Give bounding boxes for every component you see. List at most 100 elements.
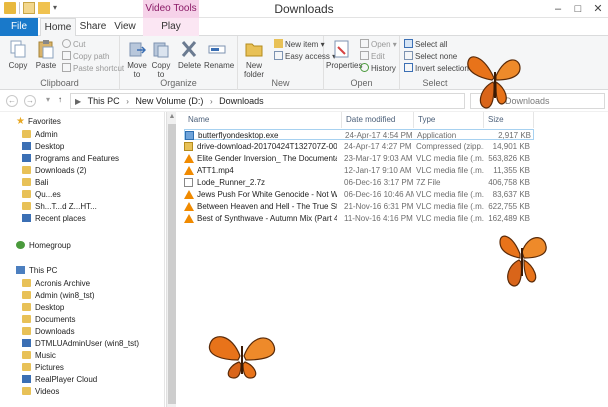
delete-label: Delete — [178, 61, 202, 70]
table-row[interactable]: drive-download-20170424T132707Z-001... 2… — [184, 141, 534, 152]
chevron-right-icon: › — [209, 97, 213, 106]
butterfly-icon — [467, 56, 521, 109]
user-icon — [22, 339, 31, 347]
back-button[interactable]: ← — [6, 95, 18, 107]
copy-to-label: Copy to — [151, 61, 171, 79]
tab-file[interactable]: File — [0, 18, 38, 36]
nav-homegroup[interactable]: Homegroup — [16, 240, 71, 252]
copy-to-button[interactable]: Copy to — [150, 39, 172, 79]
table-row[interactable]: Lode_Runner_2.7z 06-Dec-16 3:17 PM 7Z Fi… — [184, 177, 534, 188]
select-all-button[interactable]: Select all — [404, 39, 447, 49]
breadcrumb-downloads[interactable]: Downloads — [219, 94, 264, 108]
nav-item-admin-win8[interactable]: Admin (win8_tst) — [22, 290, 95, 302]
new-group: New folder New item ▾ Easy access ▾ New — [238, 36, 336, 90]
copy-button[interactable]: Copy — [6, 39, 30, 70]
minimize-button[interactable]: – — [548, 0, 568, 18]
nav-item-downloads-2[interactable]: Downloads (2) — [22, 165, 87, 177]
butterfly-icon — [499, 235, 547, 287]
new-group-label: New — [271, 78, 290, 88]
nav-item-dtmluadminuser[interactable]: DTMLUAdminUser (win8_tst) — [22, 338, 139, 350]
tab-view[interactable]: View — [110, 18, 140, 36]
delete-x-icon — [181, 41, 197, 57]
folder-icon — [22, 327, 31, 335]
nav-item-programs[interactable]: Programs and Features — [22, 153, 119, 165]
nav-item-desktop[interactable]: Desktop — [22, 141, 64, 153]
folder-icon — [22, 130, 31, 138]
nav-item-pc-desktop[interactable]: Desktop — [22, 302, 64, 314]
recent-places-icon — [22, 214, 31, 222]
scissors-icon — [62, 39, 71, 48]
window-controls: – □ ✕ — [548, 0, 608, 18]
vlc-icon — [184, 154, 194, 163]
table-row[interactable]: butterflyondesktop.exe 24-Apr-17 4:54 PM… — [184, 129, 534, 140]
chevron-right-icon: › — [126, 97, 129, 106]
table-row[interactable]: Best of Synthwave - Autumn Mix (Part 4).… — [184, 213, 534, 224]
clipboard-group-label: Clipboard — [40, 78, 79, 88]
breadcrumb-this-pc[interactable]: This PC — [88, 94, 120, 108]
history-button[interactable]: History — [360, 63, 396, 73]
paste-shortcut-button[interactable]: Paste shortcut — [62, 63, 124, 73]
cut-button[interactable]: Cut — [62, 39, 85, 49]
table-row[interactable]: Jews Push For White Genocide - Not Whi..… — [184, 189, 534, 200]
delete-button[interactable]: Delete — [178, 39, 202, 70]
properties-button[interactable]: Properties — [326, 39, 362, 70]
easy-access-icon — [274, 51, 283, 60]
nav-item-realplayer[interactable]: RealPlayer Cloud — [22, 374, 97, 386]
column-header-name[interactable]: Name — [184, 112, 342, 128]
nav-item-videos[interactable]: Videos — [22, 386, 59, 398]
nav-scrollbar[interactable]: ▲ — [166, 112, 176, 407]
nav-item-pictures[interactable]: Pictures — [22, 362, 64, 374]
new-item-icon — [274, 39, 283, 48]
nav-item-bali[interactable]: Bali — [22, 177, 48, 189]
scroll-thumb[interactable] — [168, 124, 176, 404]
app-icon — [185, 131, 194, 140]
rename-label: Rename — [204, 61, 235, 70]
up-button[interactable]: ↑ — [54, 95, 66, 107]
computer-icon — [16, 266, 25, 274]
edit-button[interactable]: Edit — [360, 51, 385, 61]
tab-play[interactable]: Play — [143, 18, 199, 36]
nav-item-acronis[interactable]: Acronis Archive — [22, 278, 90, 290]
tab-home[interactable]: Home — [40, 18, 76, 37]
nav-item-admin[interactable]: Admin — [22, 129, 58, 141]
rename-button[interactable]: Rename — [204, 39, 234, 70]
move-to-button[interactable]: Move to — [126, 39, 148, 79]
invert-selection-icon — [404, 63, 413, 72]
realplayer-icon — [22, 375, 31, 383]
select-all-icon — [404, 39, 413, 48]
address-bar[interactable]: ▶ This PC › New Volume (D:) › Downloads — [70, 93, 465, 109]
paste-button[interactable]: Paste — [34, 39, 58, 70]
table-row[interactable]: ATT1.mp4 12-Jan-17 9:10 AM VLC media fil… — [184, 165, 534, 176]
nav-favorites[interactable]: ★ Favorites — [16, 116, 61, 128]
breadcrumb-new-volume[interactable]: New Volume (D:) — [135, 94, 203, 108]
forward-button[interactable]: → — [24, 95, 36, 107]
edit-icon — [360, 51, 369, 60]
close-button[interactable]: ✕ — [588, 0, 608, 18]
scroll-up-icon[interactable]: ▲ — [168, 113, 176, 121]
nav-item-recent-places[interactable]: Recent places — [22, 213, 86, 225]
rename-icon — [208, 45, 226, 54]
table-row[interactable]: Elite Gender Inversion_ The Documentary.… — [184, 153, 534, 164]
maximize-button[interactable]: □ — [568, 0, 588, 18]
nav-item-downloads[interactable]: Downloads — [22, 326, 75, 338]
column-header-type[interactable]: Type — [414, 112, 484, 128]
new-folder-button[interactable]: New folder — [240, 39, 268, 79]
column-header-size[interactable]: Size — [484, 112, 534, 128]
nav-item-music[interactable]: Music — [22, 350, 56, 362]
recent-locations-button[interactable]: ▾ — [42, 95, 54, 107]
nav-item-blurred-1[interactable]: Qu...es — [22, 189, 61, 201]
column-header-date[interactable]: Date modified — [342, 112, 414, 128]
nav-this-pc[interactable]: This PC — [16, 265, 57, 277]
vlc-icon — [184, 202, 194, 211]
copy-path-button[interactable]: Copy path — [62, 51, 109, 61]
nav-item-documents[interactable]: Documents — [22, 314, 75, 326]
nav-item-blurred-2[interactable]: Sh...T...d Z...HT... — [22, 201, 97, 213]
copy-label: Copy — [8, 61, 28, 70]
table-row[interactable]: Between Heaven and Hell - The True Stor.… — [184, 201, 534, 212]
paste-label: Paste — [35, 61, 57, 70]
open-button[interactable]: Open ▾ — [360, 39, 397, 49]
select-none-button[interactable]: Select none — [404, 51, 457, 61]
tab-share[interactable]: Share — [78, 18, 108, 36]
new-item-button[interactable]: New item ▾ — [274, 39, 325, 49]
invert-selection-button[interactable]: Invert selection — [404, 63, 469, 73]
